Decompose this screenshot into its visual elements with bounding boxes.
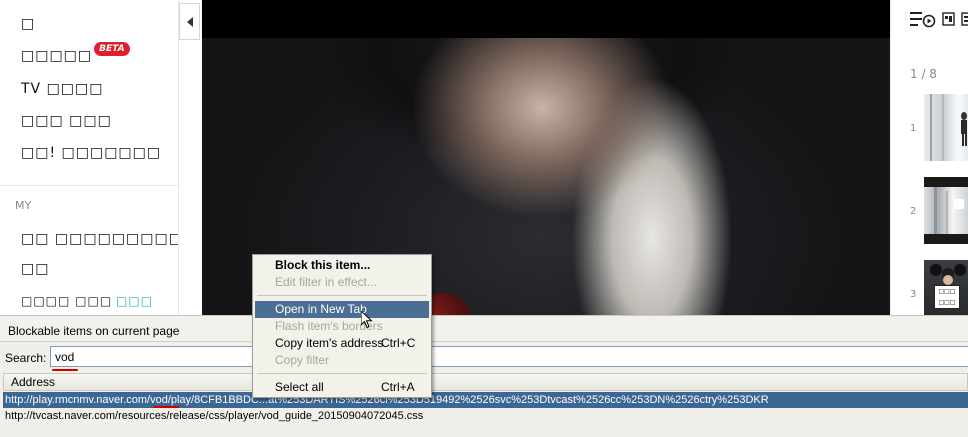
- playlist-thumbnail-3[interactable]: □□□ □□□: [924, 260, 968, 315]
- playlist-item-number: 2: [910, 206, 917, 217]
- sidebar-item-tv[interactable]: TV □□□□: [21, 81, 104, 97]
- menu-item-label: Copy item's address: [275, 336, 384, 350]
- menu-item-edit-filter[interactable]: Edit filter in effect...: [255, 274, 429, 291]
- blockable-items-panel: Blockable items on current page Search: …: [0, 315, 968, 437]
- menu-item-select-all[interactable]: Select all Ctrl+A: [255, 379, 429, 396]
- menu-item-shortcut: Ctrl+A: [381, 380, 415, 394]
- menu-item-flash-borders[interactable]: Flash item's borders: [255, 318, 429, 335]
- menu-item-block-item[interactable]: Block this item...: [255, 257, 429, 274]
- sidebar-item-label: □□□ □□□: [21, 113, 112, 129]
- menu-item-copy-address[interactable]: Copy item's address Ctrl+C: [255, 335, 429, 352]
- search-input[interactable]: [50, 346, 968, 367]
- settings-icon[interactable]: [961, 12, 968, 26]
- sidebar-item-label: □□ □□□□□□□□□: [21, 231, 179, 247]
- sidebar-item-beta[interactable]: □□□□□ BETA: [21, 42, 130, 65]
- sidebar-collapse-button[interactable]: [179, 3, 200, 40]
- sidebar-item-accent: □□□: [116, 294, 154, 308]
- playlist-panel: 1 / 8 1 2 3 □□□ □□□: [890, 0, 968, 315]
- blockable-items-list: http://play.rmcnmv.naver.com/vod/play/8C…: [3, 392, 968, 424]
- sidebar-item-4[interactable]: □□□ □□□: [21, 113, 112, 129]
- mouse-cursor-icon: [361, 311, 373, 329]
- menu-item-shortcut: Ctrl+C: [381, 336, 416, 350]
- chevron-left-icon: [186, 16, 193, 27]
- expand-icon[interactable]: [942, 12, 955, 26]
- column-header-address[interactable]: Address: [3, 373, 968, 391]
- thumbnail-sign-text: □□□ □□□: [934, 285, 960, 309]
- sidebar-item-label: □□: [21, 261, 50, 277]
- sidebar-divider: [0, 185, 178, 186]
- playlist-thumbnail-2[interactable]: [924, 177, 968, 244]
- annotation-underline: [52, 369, 78, 371]
- menu-separator: [257, 373, 427, 374]
- playlist-item-number: 3: [910, 289, 917, 300]
- thumbnail-image: [930, 94, 967, 161]
- context-menu: Block this item... Edit filter in effect…: [252, 254, 432, 398]
- sidebar-item-label: TV □□□□: [21, 81, 104, 97]
- table-row[interactable]: http://tvcast.naver.com/resources/releas…: [3, 408, 968, 424]
- sidebar: □ □□□□□ BETA TV □□□□ □□□ □□□ □□! □□□□□□□ …: [0, 0, 179, 315]
- annotation-underline: [153, 406, 179, 408]
- playlist-icon[interactable]: [910, 10, 936, 28]
- search-label: Search:: [5, 351, 47, 365]
- playlist-page-count: 1 / 8: [910, 67, 937, 81]
- sidebar-item-label: □: [21, 16, 36, 32]
- sidebar-my-item-2[interactable]: □□: [21, 261, 49, 277]
- section-label-my: MY: [15, 199, 32, 212]
- sidebar-my-item-1[interactable]: □□ □□□□□□□□□: [21, 231, 179, 247]
- panel-title: Blockable items on current page: [0, 316, 968, 342]
- thumbnail-image: [924, 177, 968, 244]
- sidebar-item-5[interactable]: □□! □□□□□□□: [21, 145, 161, 161]
- sidebar-item-home[interactable]: □: [21, 16, 35, 32]
- sidebar-my-item-3[interactable]: □□□□ □□□ □□□: [21, 294, 153, 308]
- playlist-item-number: 1: [910, 123, 917, 134]
- menu-separator: [257, 295, 427, 296]
- menu-item-open-new-tab[interactable]: Open in New Tab: [255, 301, 429, 318]
- sidebar-item-label: □□□□ □□□: [21, 294, 113, 308]
- sidebar-item-label: □□□□□: [21, 48, 93, 64]
- sidebar-item-label: □□! □□□□□□□: [21, 145, 162, 161]
- playlist-thumbnail-1[interactable]: [924, 94, 968, 161]
- menu-item-label: Select all: [275, 380, 324, 394]
- beta-badge: BETA: [94, 42, 130, 56]
- menu-item-copy-filter[interactable]: Copy filter: [255, 352, 429, 369]
- table-row[interactable]: http://play.rmcnmv.naver.com/vod/play/8C…: [3, 392, 968, 408]
